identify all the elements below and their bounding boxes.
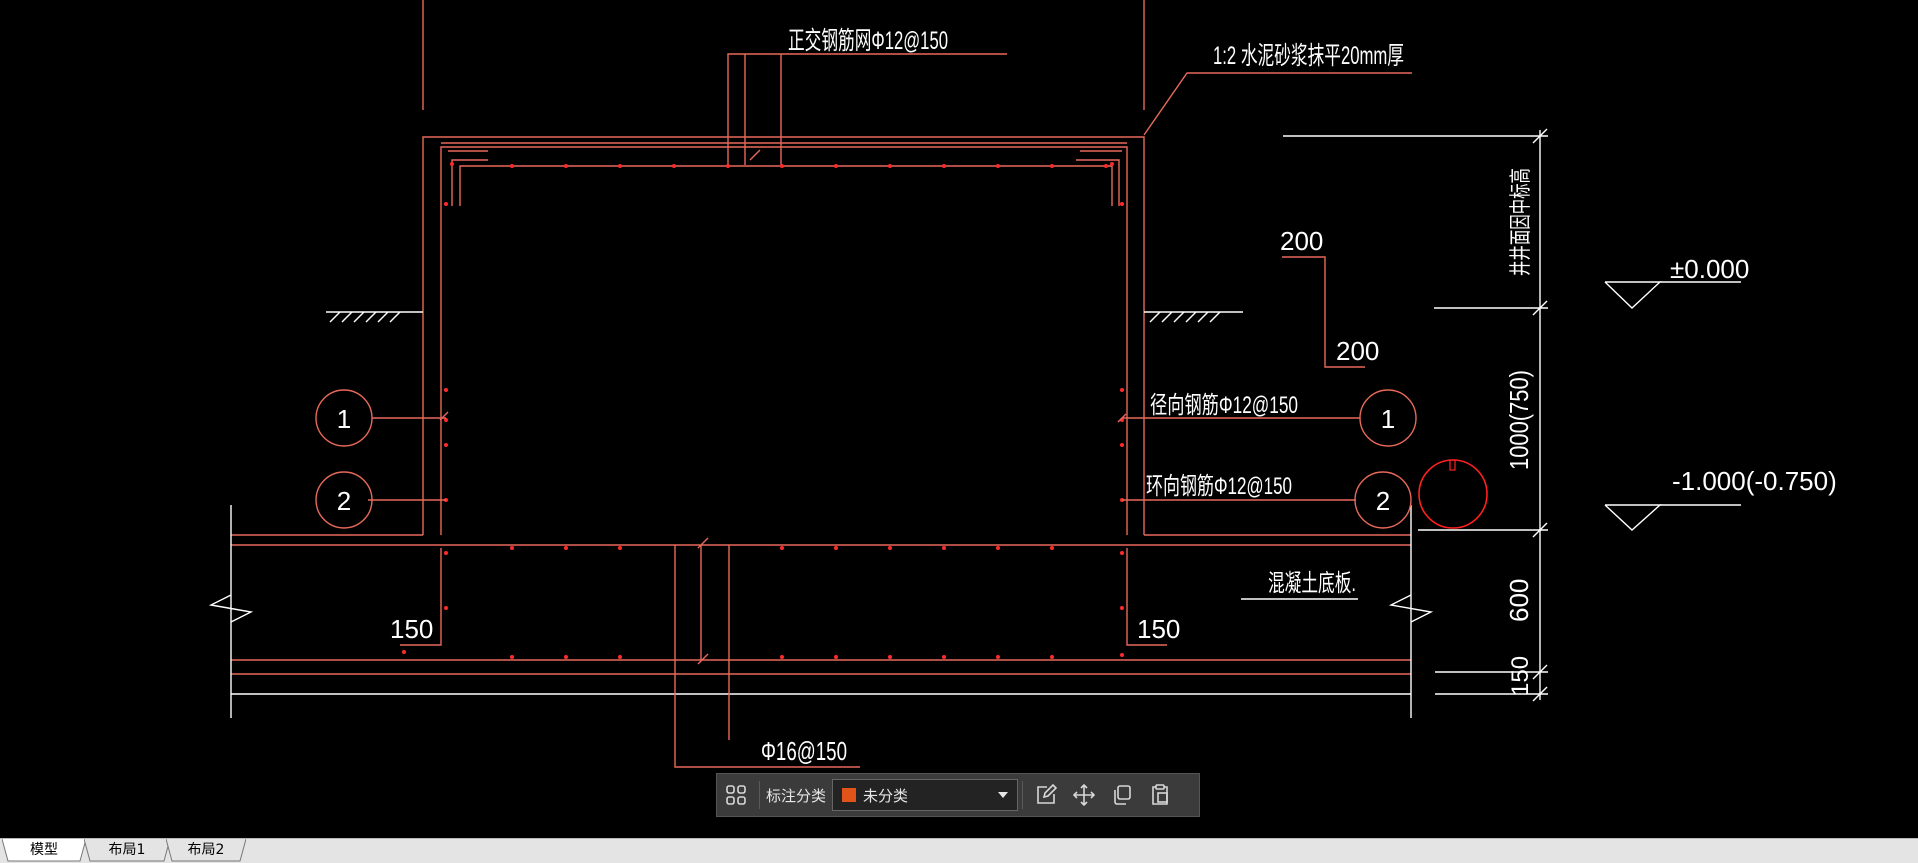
tab-layout1[interactable]: 布局1	[84, 839, 170, 863]
toolbar-divider	[1022, 781, 1024, 809]
tab-label: 模型	[30, 842, 58, 858]
edit-icon[interactable]	[1027, 775, 1065, 815]
radial-rebar-label: 径向钢筋Φ12@150	[1150, 392, 1298, 419]
annotation-toolbar: 标注分类 未分类	[716, 773, 1200, 817]
dimension-200-upper: 200	[1280, 226, 1323, 256]
dimension-200-lower: 200	[1336, 336, 1379, 366]
move-icon[interactable]	[1065, 775, 1103, 815]
bottom-rebar-label: Φ16@150	[761, 736, 847, 766]
dimension-1000: 1000(750)	[1504, 370, 1534, 470]
dimension-150-right: 150	[1137, 614, 1180, 644]
layout-tabs: 模型 布局1 布局2	[0, 838, 1918, 863]
grid-icon[interactable]	[717, 775, 755, 815]
elevation-note: 井井面因中标高	[1508, 168, 1533, 276]
copy-icon[interactable]	[1103, 775, 1141, 815]
marker-label: 2	[1376, 486, 1390, 516]
marker-label: 1	[337, 404, 351, 434]
elevation-zero: ±0.000	[1670, 254, 1749, 284]
cad-drawing: 1 2 1 2 正交钢筋网Φ12@150 1:2 水泥砂浆抹平20mm厚 径向钢…	[208, 0, 1837, 768]
marker-label: 2	[337, 486, 351, 516]
hoop-rebar-label: 环向钢筋Φ12@150	[1146, 473, 1292, 500]
chevron-down-icon	[998, 792, 1009, 798]
dimension-150-bottom: 150	[1507, 656, 1534, 696]
paste-icon[interactable]	[1141, 775, 1179, 815]
orthogonal-mesh-label: 正交钢筋网Φ12@150	[788, 27, 948, 55]
tab-label: 布局2	[187, 842, 225, 858]
bottom-slab-label: 混凝土底板.	[1268, 570, 1356, 597]
elevation-minus: -1.000(-0.750)	[1672, 466, 1837, 496]
marker-label: 1	[1381, 404, 1395, 434]
category-color-swatch	[841, 787, 858, 803]
category-select[interactable]: 未分类	[832, 779, 1019, 811]
tab-model[interactable]: 模型	[2, 839, 86, 863]
toolbar-divider	[759, 781, 760, 809]
category-value: 未分类	[863, 786, 909, 805]
mortar-label: 1:2 水泥砂浆抹平20mm厚	[1213, 42, 1404, 70]
dimension-600: 600	[1504, 579, 1534, 622]
drawing-canvas[interactable]: 1 2 1 2 正交钢筋网Φ12@150 1:2 水泥砂浆抹平20mm厚 径向钢…	[0, 0, 1918, 838]
tab-layout2[interactable]: 布局2	[166, 839, 246, 863]
dimension-150-left: 150	[390, 614, 433, 644]
category-label: 标注分类	[766, 786, 827, 805]
tab-label: 布局1	[108, 842, 146, 858]
